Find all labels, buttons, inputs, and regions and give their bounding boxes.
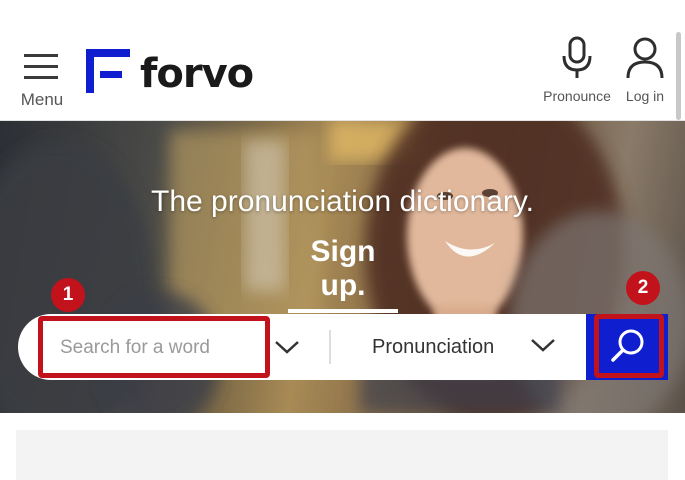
- chevron-down-icon[interactable]: [274, 339, 300, 355]
- hero-tagline: The pronunciation dictionary.: [151, 185, 534, 218]
- pronounce-label: Pronounce: [543, 88, 611, 104]
- logo-text: forvo: [140, 51, 254, 97]
- chevron-down-icon: [531, 339, 555, 352]
- search-type-value: Pronunciation: [372, 336, 495, 358]
- scrollbar-thumb[interactable]: [676, 32, 681, 120]
- forvo-logo-icon: [86, 49, 130, 93]
- menu-icon: [24, 54, 58, 79]
- login-button[interactable]: Log in: [620, 36, 670, 106]
- login-label: Log in: [625, 88, 665, 104]
- menu-label: Menu: [20, 90, 64, 109]
- annotation-box-2: [594, 314, 664, 378]
- menu-button[interactable]: Menu: [14, 48, 70, 112]
- signup-link[interactable]: Sign up.: [288, 235, 398, 313]
- annotation-badge-1: 1: [51, 278, 85, 312]
- site-header: Menu forvo Pronounce Log in: [0, 0, 685, 121]
- annotation-box-1: [38, 316, 270, 378]
- pronounce-button[interactable]: Pronounce: [538, 36, 616, 106]
- annotation-badge-2: 2: [626, 271, 660, 305]
- microphone-icon: [562, 36, 592, 78]
- search-type-select[interactable]: Pronunciation: [348, 314, 598, 380]
- forvo-logo[interactable]: forvo: [84, 47, 254, 97]
- user-icon: [626, 37, 664, 79]
- field-divider: [329, 330, 331, 364]
- content-card: [16, 430, 668, 480]
